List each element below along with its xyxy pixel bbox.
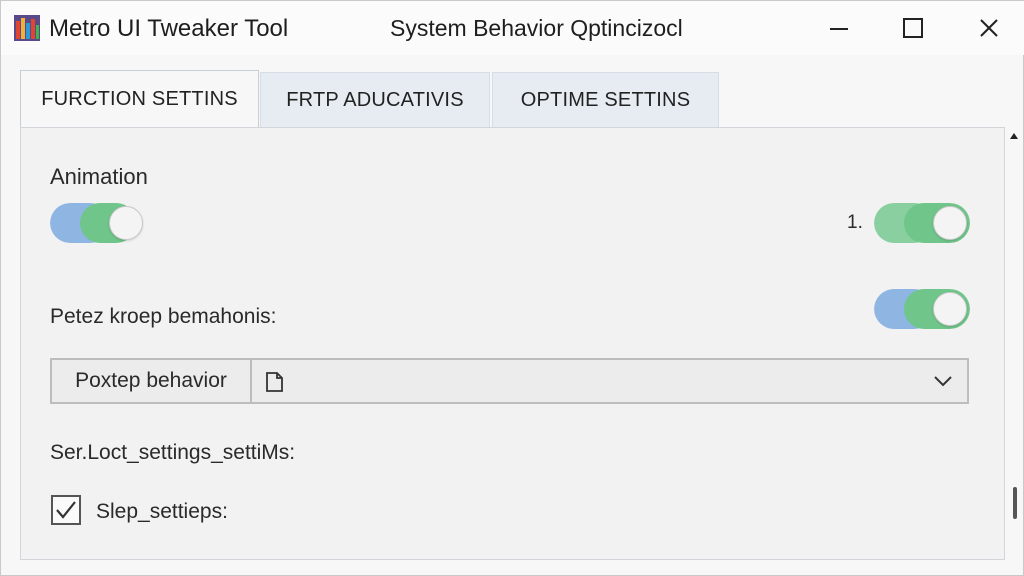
minimize-icon: [830, 28, 848, 30]
behavior-toggle[interactable]: [874, 289, 970, 329]
checkmark-icon: [56, 501, 76, 519]
scrollbar-thumb[interactable]: [1013, 487, 1017, 519]
behavior-dropdown: Poxtep behavior: [50, 358, 969, 404]
scroll-up-button[interactable]: [1007, 129, 1021, 145]
row-number: 1.: [847, 212, 863, 233]
settings-panel: [20, 127, 1005, 560]
tab-label: FURCTION SETTINS: [41, 87, 238, 110]
behavior-label: Petez kroep bemahonis:: [50, 305, 277, 328]
tab-optime-settings[interactable]: OPTIME SETTINS: [492, 72, 719, 127]
close-icon: [980, 19, 998, 37]
title-bar: Metro UI Tweaker Tool System Behavior Qp…: [1, 1, 1024, 55]
checkbox-label: Slep_settieps:: [96, 500, 228, 523]
maximize-button[interactable]: [891, 9, 935, 47]
document-icon: [266, 372, 283, 392]
tab-label: FRTP ADUCATIVIS: [286, 88, 464, 111]
app-window: Metro UI Tweaker Tool System Behavior Qp…: [0, 0, 1024, 576]
window-title: System Behavior Qptincizocl: [390, 15, 683, 41]
scroll-up-arrow-icon: [1010, 133, 1018, 139]
tab-label: OPTIME SETTINS: [520, 88, 691, 111]
section-label: Ser.Loct_settings_settiMs:: [50, 441, 296, 464]
app-icon: [14, 15, 40, 41]
dropdown-field[interactable]: [252, 360, 967, 402]
sleep-settings-checkbox[interactable]: [51, 495, 81, 525]
tab-frtp-aducativis[interactable]: FRTP ADUCATIVIS: [260, 72, 490, 127]
tab-function-settings[interactable]: FURCTION SETTINS: [20, 70, 259, 127]
setting-toggle-1[interactable]: [874, 203, 970, 243]
dropdown-label: Poxtep behavior: [52, 360, 252, 402]
animation-label: Animation: [50, 164, 148, 189]
maximize-icon: [903, 18, 923, 38]
animation-toggle[interactable]: [50, 203, 146, 243]
close-button[interactable]: [967, 9, 1011, 47]
chevron-down-icon: [934, 376, 952, 387]
app-title: Metro UI Tweaker Tool: [49, 15, 289, 42]
minimize-button[interactable]: [817, 9, 861, 47]
